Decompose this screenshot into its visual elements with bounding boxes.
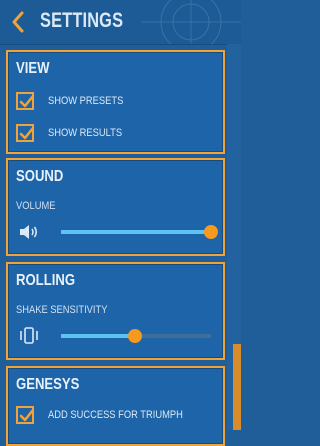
chevron-left-icon[interactable] xyxy=(10,11,26,33)
volume-slider-fill xyxy=(61,230,211,234)
blueprint-decoration-icon xyxy=(141,0,241,44)
view-section-title: VIEW xyxy=(16,60,50,77)
rolling-section: ROLLING SHAKE SENSITIVITY xyxy=(6,262,225,360)
shake-slider-thumb[interactable] xyxy=(127,329,142,343)
side-panel-edge xyxy=(227,44,241,430)
sound-section-title: SOUND xyxy=(16,168,64,185)
view-section: VIEW SHOW PRESETS SHOW RESULTS xyxy=(6,50,225,154)
genesys-section-title: GENESYS xyxy=(16,376,80,393)
volume-label: VOLUME xyxy=(16,200,56,212)
sound-section: SOUND VOLUME xyxy=(6,158,225,256)
checkmark-icon xyxy=(19,94,35,108)
checkmark-icon xyxy=(19,408,35,422)
shake-sensitivity-slider[interactable] xyxy=(61,329,211,343)
speaker-icon xyxy=(20,225,38,239)
checkmark-icon xyxy=(19,126,35,140)
volume-slider-row xyxy=(16,220,221,244)
shaking-phone-icon xyxy=(20,327,38,344)
shake-sensitivity-label: SHAKE SENSITIVITY xyxy=(16,304,108,316)
show-results-checkbox[interactable] xyxy=(16,124,35,142)
page-title: SETTINGS xyxy=(40,9,124,32)
volume-slider-thumb[interactable] xyxy=(204,225,218,239)
show-results-row[interactable]: SHOW RESULTS xyxy=(16,124,216,144)
show-presets-row[interactable]: SHOW PRESETS xyxy=(16,92,216,112)
genesys-section: GENESYS ADD SUCCESS FOR TRIUMPH xyxy=(6,366,225,446)
shake-slider-row xyxy=(16,324,221,348)
add-success-row[interactable]: ADD SUCCESS FOR TRIUMPH xyxy=(16,406,216,426)
add-success-label: ADD SUCCESS FOR TRIUMPH xyxy=(48,409,183,421)
show-presets-checkbox[interactable] xyxy=(16,92,35,110)
app-header: SETTINGS xyxy=(0,0,241,45)
show-results-label: SHOW RESULTS xyxy=(48,127,123,139)
rolling-section-title: ROLLING xyxy=(16,272,76,289)
shake-slider-fill xyxy=(61,334,135,338)
add-success-checkbox[interactable] xyxy=(16,406,35,424)
side-accent xyxy=(233,344,241,430)
volume-slider[interactable] xyxy=(61,225,218,239)
show-presets-label: SHOW PRESETS xyxy=(48,95,124,107)
